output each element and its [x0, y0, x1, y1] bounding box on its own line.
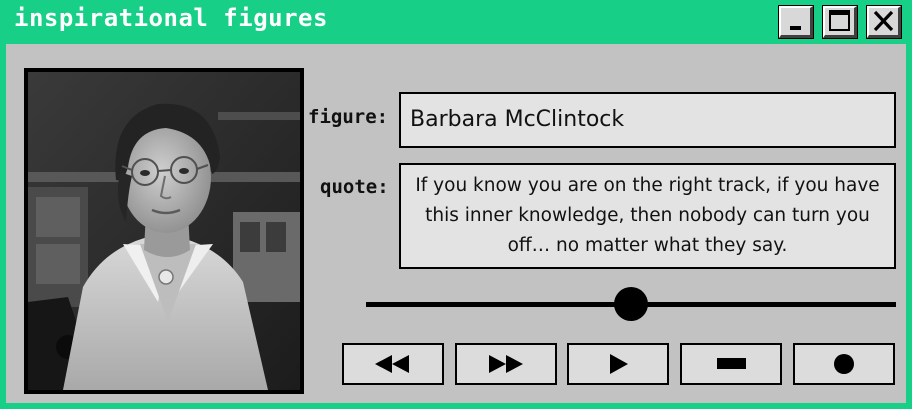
title-bar[interactable]: inspirational figures [0, 0, 912, 44]
minimize-button[interactable] [778, 5, 814, 39]
fast-forward-icon [489, 355, 523, 373]
record-button[interactable] [793, 343, 895, 385]
rewind-button[interactable] [342, 343, 444, 385]
stop-icon [717, 358, 746, 369]
figure-name-field[interactable]: Barbara McClintock [399, 92, 896, 148]
portrait-photo [24, 68, 304, 394]
record-icon [834, 354, 854, 374]
app-window: inspirational figures figure: Barbara Mc… [0, 0, 912, 409]
rewind-icon [375, 355, 409, 373]
quote-field[interactable]: If you know you are on the right track, … [399, 163, 896, 269]
maximize-icon [829, 10, 850, 31]
portrait-photo-image [28, 72, 300, 390]
close-icon [873, 10, 894, 32]
close-button[interactable] [866, 5, 902, 39]
maximize-button[interactable] [822, 5, 858, 39]
window-title: inspirational figures [14, 4, 328, 32]
figure-label: figure: [308, 106, 389, 128]
progress-slider-thumb[interactable] [614, 287, 648, 321]
minimize-icon [790, 26, 801, 30]
fast-forward-button[interactable] [455, 343, 557, 385]
main-panel: figure: Barbara McClintock quote: If you… [6, 44, 906, 403]
quote-label: quote: [320, 176, 389, 198]
stop-button[interactable] [680, 343, 782, 385]
play-button[interactable] [567, 343, 669, 385]
play-icon [610, 354, 628, 374]
